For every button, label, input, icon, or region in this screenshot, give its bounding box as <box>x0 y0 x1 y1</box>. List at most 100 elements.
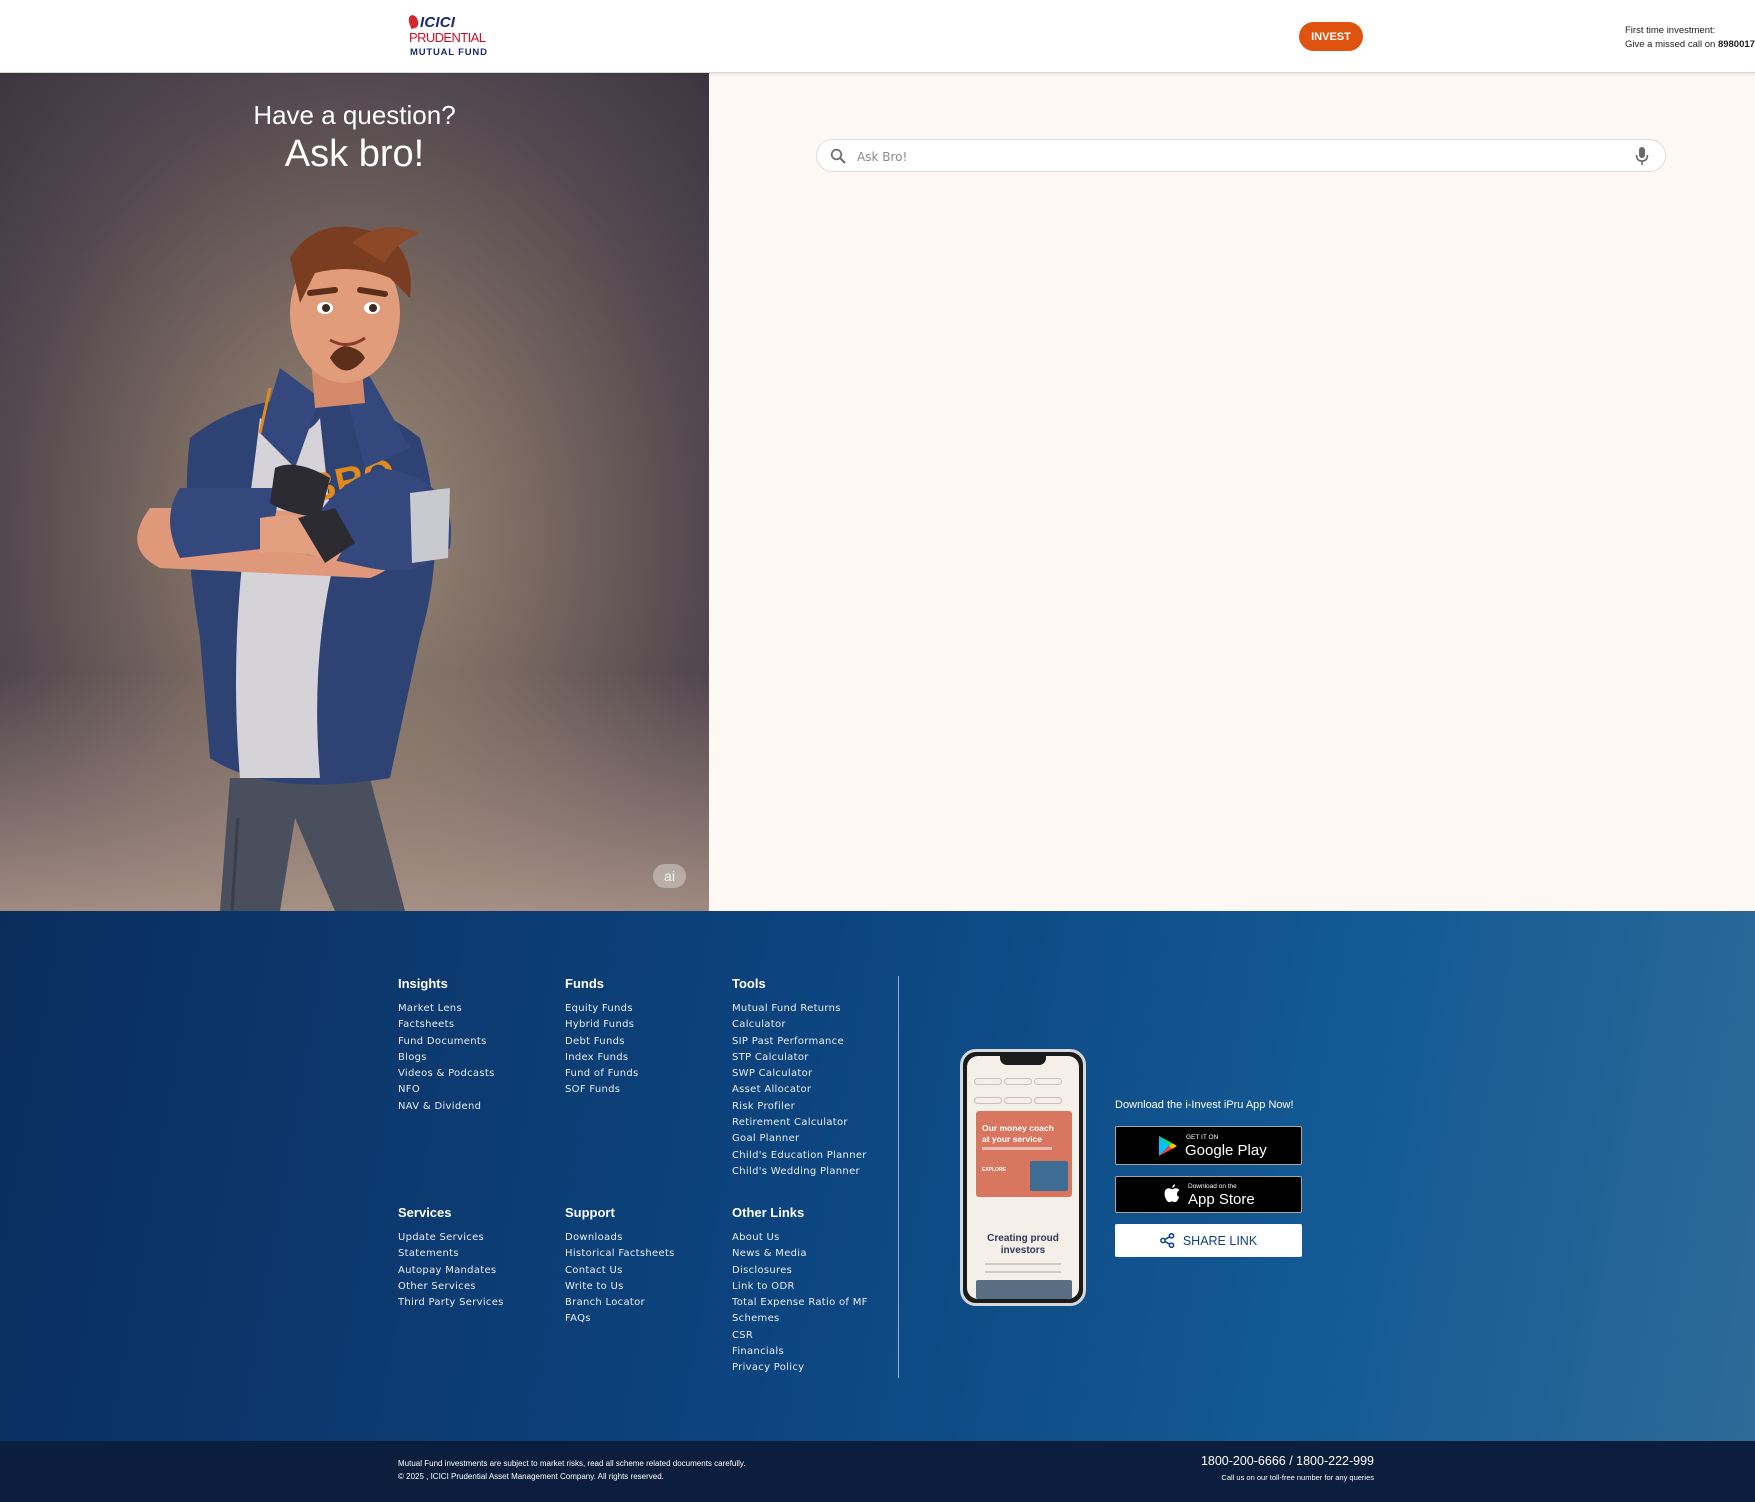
footer-link[interactable]: Retirement Calculator <box>732 1115 867 1131</box>
share-icon <box>1159 1233 1175 1248</box>
footer-link[interactable]: Child's Education Planner <box>732 1148 867 1164</box>
footer-link[interactable]: STP Calculator <box>732 1050 867 1066</box>
footer-column-other-links: Other Links About Us News & Media Disclo… <box>732 1205 868 1377</box>
phone-promo-card: Our money coach at your service EXPLORE <box>976 1111 1072 1197</box>
footer-link[interactable]: Hybrid Funds <box>565 1017 639 1033</box>
footer-link[interactable]: Factsheets <box>398 1017 495 1033</box>
ai-badge: ai <box>653 864 686 888</box>
footer-column-title: Insights <box>398 976 448 991</box>
phone-headline: Creating proud investors <box>987 1233 1059 1256</box>
share-link-label: SHARE LINK <box>1182 1233 1258 1248</box>
footer-link[interactable]: Branch Locator <box>565 1295 675 1311</box>
logo-line-1: ICICI <box>420 14 456 31</box>
footer-link[interactable]: Blogs <box>398 1050 495 1066</box>
bro-character-illustration: BRO <box>137 226 452 911</box>
footer-link[interactable]: Fund of Funds <box>565 1066 639 1082</box>
google-play-icon <box>1159 1136 1177 1156</box>
footer-link[interactable]: NAV & Dividend <box>398 1099 495 1115</box>
footer-link[interactable]: CSR <box>732 1328 868 1344</box>
footer-link[interactable]: Third Party Services <box>398 1295 504 1311</box>
google-play-badge[interactable]: GET IT ON Google Play <box>1115 1126 1302 1165</box>
footer-column-title: Funds <box>565 976 604 991</box>
footer-column-tools: Tools Mutual Fund Returns Calculator SIP… <box>732 976 867 1180</box>
footer-link[interactable]: Statements <box>398 1246 504 1262</box>
mic-icon[interactable] <box>1635 147 1649 166</box>
footer-column-title: Tools <box>732 976 766 991</box>
footer-link[interactable]: SWP Calculator <box>732 1066 867 1082</box>
ask-bro-hero: Have a question? Ask bro! BRO ai <box>0 73 709 911</box>
apple-icon <box>1164 1184 1180 1203</box>
footer-divider <box>898 976 899 1378</box>
footer-link[interactable]: Schemes <box>732 1311 868 1327</box>
download-app-title: Download the i-Invest iPru App Now! <box>1115 1099 1294 1111</box>
footer-column-title: Services <box>398 1205 452 1220</box>
footer-link[interactable]: Write to Us <box>565 1279 675 1295</box>
missed-call-line-1: First time investment: <box>1625 25 1716 36</box>
app-phone-mockup: Our money coach at your service EXPLORE … <box>960 1049 1086 1306</box>
chat-panel <box>709 73 1755 911</box>
footer-link[interactable]: Downloads <box>565 1230 675 1246</box>
footer-link[interactable]: About Us <box>732 1230 868 1246</box>
footer-link[interactable]: SIP Past Performance <box>732 1034 867 1050</box>
disclaimer-text: Mutual Fund investments are subject to m… <box>398 1458 746 1483</box>
invest-button[interactable]: INVEST <box>1299 22 1363 51</box>
hero-question: Have a question? <box>253 100 456 130</box>
footer-link[interactable]: Contact Us <box>565 1263 675 1279</box>
hero-title: Ask bro! <box>284 133 425 175</box>
footer-column-support: Support Downloads Historical Factsheets … <box>565 1205 675 1328</box>
footer-column-title: Other Links <box>732 1205 805 1220</box>
footer-link[interactable]: Disclosures <box>732 1263 868 1279</box>
footer-link[interactable]: Other Services <box>398 1279 504 1295</box>
footer-link[interactable]: Index Funds <box>565 1050 639 1066</box>
toll-free-numbers[interactable]: 1800-200-6666 / 1800-222-999 <box>1186 1454 1374 1468</box>
footer-column-title: Support <box>565 1205 615 1220</box>
ask-bro-input[interactable] <box>857 146 1617 167</box>
missed-call-info: First time investment: Give a missed cal… <box>1625 24 1755 52</box>
google-play-small: GET IT ON <box>1186 1134 1219 1141</box>
footer-link[interactable]: News & Media <box>732 1246 868 1262</box>
disclaimer-line-1: Mutual Fund investments are subject to m… <box>398 1459 746 1468</box>
share-link-button[interactable]: SHARE LINK <box>1115 1224 1302 1257</box>
footer-link[interactable]: Fund Documents <box>398 1034 495 1050</box>
site-header: ICICI PRUDENTIAL MUTUAL FUND INVEST Firs… <box>0 0 1755 73</box>
ask-bro-search-bar[interactable] <box>816 139 1666 172</box>
footer-link[interactable]: NFO <box>398 1082 495 1098</box>
phone-card-cta: EXPLORE <box>982 1167 1006 1173</box>
footer-link[interactable]: Child's Wedding Planner <box>732 1164 867 1180</box>
toll-free-note: Call us on our toll-free number for any … <box>1221 1473 1374 1482</box>
footer-link[interactable]: Autopay Mandates <box>398 1263 504 1279</box>
logo-line-3: MUTUAL FUND <box>410 47 488 58</box>
logo-line-2: PRUDENTIAL <box>409 30 486 45</box>
footer-link[interactable]: Risk Profiler <box>732 1099 867 1115</box>
copyright-line: © 2025 , ICICI Prudential Asset Manageme… <box>398 1471 664 1481</box>
app-store-small: Download on the <box>1188 1183 1237 1190</box>
footer-link[interactable]: Privacy Policy <box>732 1360 868 1376</box>
missed-call-prefix: Give a missed call on <box>1625 39 1718 50</box>
footer-link[interactable]: Asset Allocator <box>732 1082 867 1098</box>
footer-link[interactable]: Update Services <box>398 1230 504 1246</box>
footer-link[interactable]: Equity Funds <box>565 1001 639 1017</box>
logo-mark-icon <box>407 13 420 30</box>
footer-link[interactable]: SOF Funds <box>565 1082 639 1098</box>
footer-link[interactable]: Calculator <box>732 1017 867 1033</box>
footer-link[interactable]: Total Expense Ratio of MF <box>732 1295 868 1311</box>
app-store-badge[interactable]: Download on the App Store <box>1115 1176 1302 1213</box>
footer-link[interactable]: Historical Factsheets <box>565 1246 675 1262</box>
icici-prudential-logo[interactable]: ICICI PRUDENTIAL MUTUAL FUND <box>407 13 495 60</box>
site-footer <box>0 911 1755 1441</box>
footer-column-services: Services Update Services Statements Auto… <box>398 1205 504 1311</box>
footer-link[interactable]: Link to ODR <box>732 1279 868 1295</box>
footer-link[interactable]: Videos & Podcasts <box>398 1066 495 1082</box>
google-play-big: Google Play <box>1185 1142 1267 1159</box>
footer-link[interactable]: FAQs <box>565 1311 675 1327</box>
legal-bar <box>0 1441 1755 1502</box>
footer-link[interactable]: Market Lens <box>398 1001 495 1017</box>
footer-column-insights: Insights Market Lens Factsheets Fund Doc… <box>398 976 495 1115</box>
missed-call-number[interactable]: 8980017 <box>1718 39 1755 50</box>
footer-link[interactable]: Mutual Fund Returns <box>732 1001 867 1017</box>
footer-column-funds: Funds Equity Funds Hybrid Funds Debt Fun… <box>565 976 639 1099</box>
footer-link[interactable]: Financials <box>732 1344 868 1360</box>
footer-link[interactable]: Debt Funds <box>565 1034 639 1050</box>
footer-link[interactable]: Goal Planner <box>732 1131 867 1147</box>
phone-card-title: Our money coach at your service <box>982 1123 1054 1144</box>
